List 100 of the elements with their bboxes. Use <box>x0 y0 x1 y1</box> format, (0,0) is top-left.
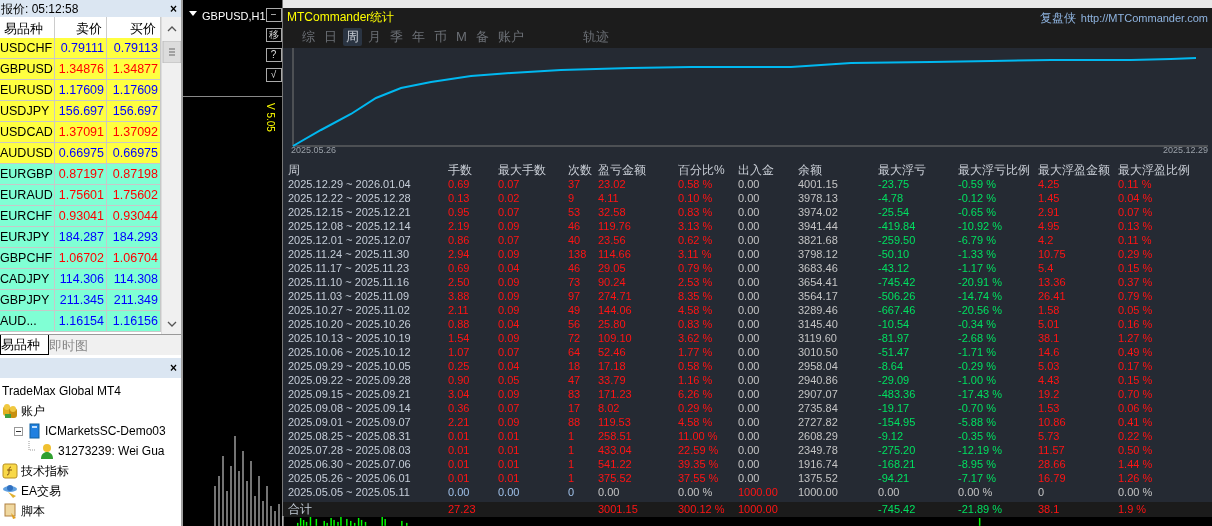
tab[interactable]: 周 <box>343 28 362 46</box>
table-cell-text: 37.55 % <box>678 471 720 486</box>
symbol-cell[interactable]: EURUSD <box>0 80 55 101</box>
table-cell-text: 22.59 % <box>678 443 720 458</box>
scroll-thumb[interactable] <box>162 41 181 63</box>
panel-title: MTCommander统计 <box>287 9 395 26</box>
table-cell-text: 合计 <box>288 502 313 518</box>
table-cell-text: 52.46 <box>598 345 627 360</box>
table-cell-text: 0.37 % <box>1118 275 1154 290</box>
table-cell-text: 64 <box>568 345 582 360</box>
table-cell-text: 9 <box>568 191 576 206</box>
table-cell-text: -6.79 % <box>958 233 997 248</box>
tree-item[interactable]: 技术指标 <box>21 462 69 480</box>
symbol-cell[interactable]: USDCAD <box>0 122 55 143</box>
chart-button[interactable]: − <box>265 8 282 22</box>
price-cell: 1.34877 <box>107 59 161 80</box>
table-cell-text: 1.77 % <box>678 345 714 360</box>
table-cell-text: 46 <box>568 219 582 234</box>
axis-label: 2025.05.26 <box>291 143 337 157</box>
table-cell-text: 0.07 <box>498 205 521 220</box>
symbol-cell[interactable]: AUDUSD <box>0 143 55 164</box>
table-cell-text: 1.9 % <box>1118 502 1148 518</box>
table-cell-text: 0.83 % <box>678 205 714 220</box>
tree-item[interactable]: 账户 <box>21 402 45 420</box>
tree-item[interactable]: 脚本 <box>21 502 45 520</box>
table-cell-text: 3.11 % <box>678 247 713 262</box>
symbol-cell[interactable]: EURJPY <box>0 227 55 248</box>
table-cell-text: 2025.09.22 ~ 2025.09.28 <box>288 373 412 388</box>
table-cell-text: 0.49 % <box>1118 345 1154 360</box>
tree-item[interactable]: ICMarketsSC-Demo03 <box>45 422 166 440</box>
table-cell-text: 2025.11.17 ~ 2025.11.23 <box>288 261 410 276</box>
website-link[interactable]: http://MTCommander.com <box>1080 12 1208 24</box>
table-cell-text: 0 <box>568 485 576 500</box>
table-cell-text: 2025.11.24 ~ 2025.11.30 <box>288 247 410 262</box>
table-cell-text: -17.43 % <box>958 387 1004 402</box>
table-cell-text: 11.57 <box>1038 443 1066 458</box>
dropdown-icon[interactable] <box>189 11 197 17</box>
column-header: 盈亏金额 <box>598 163 647 178</box>
table-cell-text: 1916.74 <box>798 457 839 472</box>
table-cell-text: 3978.13 <box>798 191 839 206</box>
table-cell-text: 0.13 % <box>1118 219 1154 234</box>
table-cell-text: 2025.09.15 ~ 2025.09.21 <box>288 387 412 402</box>
chart-button[interactable]: ? <box>265 48 282 62</box>
table-cell-text: 0.13 <box>448 191 471 206</box>
tab[interactable]: 易品种 <box>0 335 49 355</box>
hat-icon <box>2 483 18 499</box>
table-cell-text: -51.47 <box>878 345 911 360</box>
table-cell-text: -43.12 <box>878 261 911 276</box>
table-cell-text: 0.17 % <box>1118 359 1154 374</box>
table-cell-text: 2025.09.08 ~ 2025.09.14 <box>288 401 412 416</box>
table-cell-text: 0.22 % <box>1118 429 1154 444</box>
tree-item[interactable]: TradeMax Global MT4 <box>2 382 121 400</box>
table-cell-text: 2025.09.29 ~ 2025.10.05 <box>288 359 412 374</box>
symbol-cell[interactable]: AUD... <box>0 311 55 332</box>
table-cell-text: -9.12 <box>878 429 905 444</box>
table-cell-text: 3289.46 <box>798 303 839 318</box>
tab[interactable]: 综 <box>299 28 318 46</box>
symbol-cell[interactable]: EURCHF <box>0 206 55 227</box>
symbol-cell[interactable]: USDCHF <box>0 38 55 59</box>
price-cell: 0.87198 <box>107 164 161 185</box>
table-cell-text: 0.00 <box>738 387 761 402</box>
table-cell-text: 2.11 <box>448 303 470 318</box>
tree-item[interactable]: 31273239: Wei Gua <box>58 442 165 460</box>
version-label: V 5.05 <box>264 103 277 132</box>
table-cell-text: 2.91 <box>1038 205 1061 220</box>
price-cell: 0.79113 <box>107 38 161 59</box>
symbol-cell[interactable]: EURGBP <box>0 164 55 185</box>
close-button[interactable]: × <box>170 0 177 18</box>
table-cell-text: 2025.11.10 ~ 2025.11.16 <box>288 275 410 290</box>
table-cell-text: 0.00 <box>738 303 761 318</box>
table-cell-text: 0.00 <box>738 457 761 472</box>
table-cell-text: 1000.00 <box>798 485 839 500</box>
table-cell-text: 46 <box>568 261 582 276</box>
table-cell-text: -20.91 % <box>958 275 1004 290</box>
table-cell-text: -2.68 % <box>958 331 997 346</box>
table-cell-text: 2025.12.29 ~ 2026.01.04 <box>288 177 412 192</box>
table-cell-text: 0.07 % <box>1118 205 1154 220</box>
collapse-toggle-icon[interactable] <box>14 426 23 436</box>
table-cell-text: -8.64 <box>878 359 905 374</box>
symbol-cell[interactable]: GBPJPY <box>0 290 55 311</box>
symbol-cell[interactable]: GBPUSD <box>0 59 55 80</box>
table-cell-text: 0.00 <box>738 443 761 458</box>
table-cell-text: -667.46 <box>878 303 917 318</box>
symbol-cell[interactable]: USDJPY <box>0 101 55 122</box>
tree-item[interactable]: EA交易 <box>21 482 61 500</box>
symbol-cell[interactable]: GBPCHF <box>0 248 55 269</box>
price-cell: 1.16156 <box>107 311 161 332</box>
price-cell: 0.66975 <box>107 143 161 164</box>
price-cell: 1.16154 <box>55 311 107 332</box>
symbol-cell[interactable]: CADJPY <box>0 269 55 290</box>
close-button[interactable]: × <box>170 359 177 377</box>
chart-button[interactable]: 移 <box>265 28 282 42</box>
symbol-cell[interactable]: EURAUD <box>0 185 55 206</box>
table-cell-text: 0.01 <box>498 429 521 444</box>
chart-button[interactable]: √ <box>265 68 282 82</box>
table-cell-text: 2608.29 <box>798 429 839 444</box>
table-cell-text: 0.07 <box>498 401 521 416</box>
table-cell-text: 1000.00 <box>738 502 779 518</box>
table-cell-text: -0.29 % <box>958 359 997 374</box>
tab[interactable]: 月 <box>365 28 384 46</box>
